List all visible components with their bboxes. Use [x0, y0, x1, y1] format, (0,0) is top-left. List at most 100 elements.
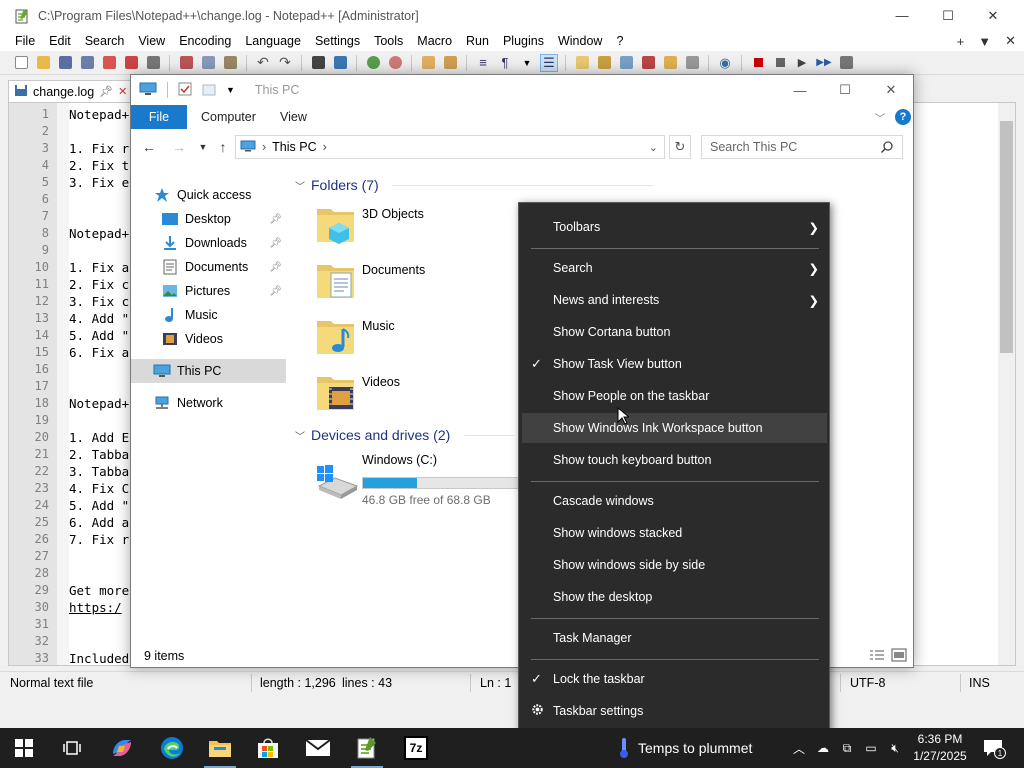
- macro-play-multiple-icon[interactable]: ▶▶: [815, 54, 833, 72]
- recent-locations-button[interactable]: ▼: [193, 137, 213, 157]
- menu-item-taskbar-settings[interactable]: Taskbar settings: [519, 696, 829, 726]
- macro-stop-icon[interactable]: [771, 54, 789, 72]
- menu-macro[interactable]: Macro: [410, 34, 459, 48]
- notepadpp-title-bar[interactable]: C:\Program Files\Notepad++\change.log - …: [0, 0, 1024, 31]
- indent-guide-icon[interactable]: ☰: [540, 53, 558, 72]
- menu-item-show-windows-side-by-side[interactable]: Show windows side by side: [519, 550, 829, 580]
- dropdown-arrow-icon[interactable]: ▼: [518, 54, 536, 72]
- show-hidden-icons-chevron-icon[interactable]: ︿: [790, 740, 808, 756]
- fold-margin[interactable]: [57, 103, 69, 665]
- vmware-tray-icon[interactable]: ⧉: [838, 740, 856, 756]
- menu-view[interactable]: View: [131, 34, 172, 48]
- nav-item-documents[interactable]: Documents 📌︎: [131, 255, 286, 279]
- folder-music[interactable]: Music: [311, 313, 511, 365]
- macro-play-icon[interactable]: ▶: [793, 54, 811, 72]
- folder-3d-objects[interactable]: 3D Objects: [311, 201, 511, 253]
- menu-item-task-manager[interactable]: Task Manager: [519, 623, 829, 653]
- breadcrumb-this-pc[interactable]: This PC: [272, 140, 316, 154]
- breadcrumb-separator-icon[interactable]: ›: [262, 140, 266, 154]
- menu-item-news-and-interests[interactable]: News and interests ❯: [519, 285, 829, 315]
- file-explorer-button[interactable]: [196, 728, 244, 768]
- nav-item-this-pc[interactable]: This PC: [131, 359, 286, 383]
- menu-run[interactable]: Run: [459, 34, 496, 48]
- folder-videos[interactable]: Videos: [311, 369, 511, 421]
- close-all-icon[interactable]: [122, 54, 140, 72]
- ribbon-tab-file[interactable]: File: [131, 105, 187, 129]
- explorer-title-bar[interactable]: ▼ This PC — ☐ ✕: [131, 75, 913, 105]
- menu-item-lock-the-taskbar[interactable]: ✓ Lock the taskbar: [519, 664, 829, 694]
- close-button[interactable]: ✕: [970, 0, 1016, 31]
- tab-change-log[interactable]: change.log 📌︎ ✕: [8, 80, 132, 102]
- onedrive-cloud-icon[interactable]: ☁︎: [814, 740, 832, 756]
- new-file-icon[interactable]: [12, 54, 30, 72]
- paste-icon[interactable]: [221, 54, 239, 72]
- zoom-in-icon[interactable]: [364, 54, 382, 72]
- open-file-icon[interactable]: [34, 54, 52, 72]
- volume-muted-icon[interactable]: 🔇︎: [886, 740, 904, 756]
- menu-tools[interactable]: Tools: [367, 34, 410, 48]
- minimize-button[interactable]: —: [879, 0, 925, 31]
- menu-settings[interactable]: Settings: [308, 34, 367, 48]
- menu-item-toolbars[interactable]: Toolbars ❯: [519, 212, 829, 242]
- show-all-chars-icon[interactable]: ¶: [496, 54, 514, 72]
- menu-plugins[interactable]: Plugins: [496, 34, 551, 48]
- pin-icon[interactable]: 📌︎: [99, 85, 113, 98]
- back-button[interactable]: ←: [139, 137, 159, 157]
- nav-item-videos[interactable]: Videos: [131, 327, 286, 351]
- address-dropdown-icon[interactable]: ⌄: [649, 141, 658, 154]
- menu-item-show-cortana-button[interactable]: Show Cortana button: [519, 317, 829, 347]
- search-input[interactable]: Search This PC: [701, 135, 903, 159]
- menu-window[interactable]: Window: [551, 34, 609, 48]
- redo-icon[interactable]: ↷: [276, 54, 294, 72]
- refresh-button[interactable]: ↻: [669, 135, 691, 159]
- mail-button[interactable]: [294, 728, 342, 768]
- new-folder-icon[interactable]: [202, 82, 216, 99]
- menu-item-show-the-desktop[interactable]: Show the desktop: [519, 582, 829, 612]
- system-clock[interactable]: 6:36 PM 1/27/2025: [910, 731, 970, 765]
- ribbon-tab-view[interactable]: View: [280, 105, 307, 129]
- folder-workspace-icon[interactable]: [661, 54, 679, 72]
- macro-save-icon[interactable]: [837, 54, 855, 72]
- menu-item-search[interactable]: Search ❯: [519, 253, 829, 283]
- explorer-close-button[interactable]: ✕: [868, 75, 914, 105]
- menu-encoding[interactable]: Encoding: [172, 34, 238, 48]
- nav-item-downloads[interactable]: Downloads 📌︎: [131, 231, 286, 255]
- up-button[interactable]: ↑: [213, 137, 233, 157]
- cut-icon[interactable]: [177, 54, 195, 72]
- tab-close-icon[interactable]: ✕: [118, 85, 127, 98]
- details-view-icon[interactable]: [869, 649, 885, 664]
- explorer-minimize-button[interactable]: —: [777, 75, 823, 105]
- close-file-icon[interactable]: [100, 54, 118, 72]
- editor-vertical-scrollbar[interactable]: [998, 103, 1015, 665]
- copy-icon[interactable]: [199, 54, 217, 72]
- doc-list-icon[interactable]: [617, 54, 635, 72]
- 7zip-button[interactable]: 7z: [392, 728, 440, 768]
- large-icons-view-icon[interactable]: [891, 648, 907, 665]
- ribbon-tab-computer[interactable]: Computer: [201, 105, 256, 129]
- folders-group-header[interactable]: ﹀ Folders (7): [295, 177, 653, 193]
- breadcrumb-separator-icon[interactable]: ›: [323, 140, 327, 154]
- monitoring-icon[interactable]: [683, 54, 701, 72]
- menu-language[interactable]: Language: [238, 34, 308, 48]
- menu-edit[interactable]: Edit: [42, 34, 78, 48]
- nav-item-desktop[interactable]: Desktop 📌︎: [131, 207, 286, 231]
- start-button[interactable]: [0, 728, 48, 768]
- eye-icon[interactable]: ◉: [716, 54, 734, 72]
- forward-button[interactable]: →: [169, 137, 189, 157]
- menu-item-cascade-windows[interactable]: Cascade windows: [519, 486, 829, 516]
- word-wrap-icon[interactable]: ≡: [474, 54, 492, 72]
- scrollbar-thumb[interactable]: [1000, 121, 1013, 353]
- tab-list-down-icon[interactable]: ▼: [978, 34, 991, 49]
- drive-windows-c[interactable]: Windows (C:) 46.8 GB free of 68.8 GB: [311, 453, 532, 507]
- copilot-button[interactable]: [98, 728, 146, 768]
- drives-group-header[interactable]: ﹀ Devices and drives (2): [295, 427, 515, 443]
- print-icon[interactable]: [144, 54, 162, 72]
- new-tab-plus-icon[interactable]: +: [957, 34, 965, 49]
- save-icon[interactable]: [56, 54, 74, 72]
- explorer-maximize-button[interactable]: ☐: [822, 75, 868, 105]
- notification-center-button[interactable]: 1: [980, 736, 1006, 760]
- find-icon[interactable]: [309, 54, 327, 72]
- menu-item-show-windows-stacked[interactable]: Show windows stacked: [519, 518, 829, 548]
- menu-item-show-touch-keyboard-button[interactable]: Show touch keyboard button: [519, 445, 829, 475]
- close-doc-icon[interactable]: ✕: [1005, 33, 1016, 49]
